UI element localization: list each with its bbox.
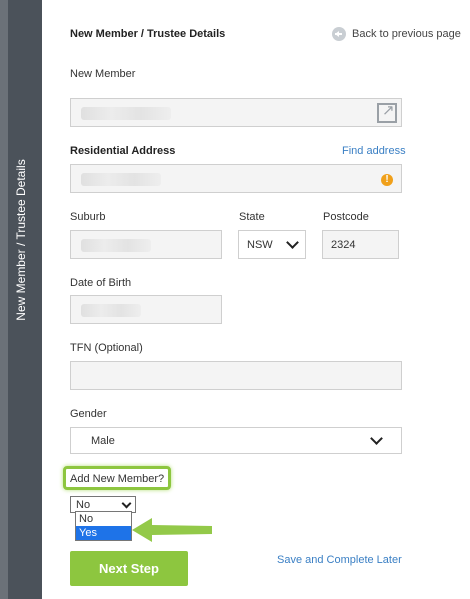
back-link-label: Back to previous page [352,28,461,40]
state-select[interactable]: NSW [238,230,306,259]
postcode-field[interactable]: 2324 [322,230,399,259]
page-title: New Member / Trustee Details [70,28,226,40]
tfn-field[interactable] [70,361,402,390]
back-link[interactable]: Back to previous page [332,27,461,41]
state-value: NSW [247,238,273,251]
add-member-label: Add New Member? [70,473,165,485]
find-address-link[interactable]: Find address [342,145,406,157]
dob-field[interactable] [70,295,222,324]
redacted-value [81,304,141,317]
add-member-dropdown: No Yes [75,511,132,541]
redacted-value [81,239,151,252]
postcode-value: 2324 [331,239,356,251]
external-link-icon[interactable] [377,101,397,123]
option-no[interactable]: No [76,512,131,526]
add-member-value: No [76,498,91,511]
green-arrow-annotation [132,518,212,542]
warning-icon: ! [381,174,393,186]
state-label: State [239,211,265,223]
redacted-value [81,173,161,186]
save-complete-later-link[interactable]: Save and Complete Later [277,554,402,566]
redacted-value [81,107,171,120]
suburb-field[interactable] [70,230,222,259]
sidebar-title: New Member / Trustee Details [14,159,28,321]
new-member-field[interactable] [70,98,402,127]
option-yes[interactable]: Yes [76,526,131,540]
chevron-down-icon [286,236,299,249]
sidebar: New Member / Trustee Details [0,0,42,599]
back-arrow-icon [332,27,346,41]
postcode-label: Postcode [323,211,369,223]
main-form: New Member / Trustee Details Back to pre… [42,0,470,599]
gender-label: Gender [70,408,107,420]
residential-address-field[interactable]: ! [70,164,402,193]
gender-value: Male [91,434,115,447]
sidebar-strip [0,0,8,599]
chevron-down-icon [121,498,132,508]
chevron-down-icon [370,432,383,445]
gender-select[interactable]: Male [70,427,402,454]
suburb-label: Suburb [70,211,106,223]
residential-address-label: Residential Address [70,145,176,157]
next-step-button[interactable]: Next Step [70,551,188,586]
dob-label: Date of Birth [70,277,132,289]
new-member-label: New Member [70,68,136,80]
tfn-label: TFN (Optional) [70,342,143,354]
